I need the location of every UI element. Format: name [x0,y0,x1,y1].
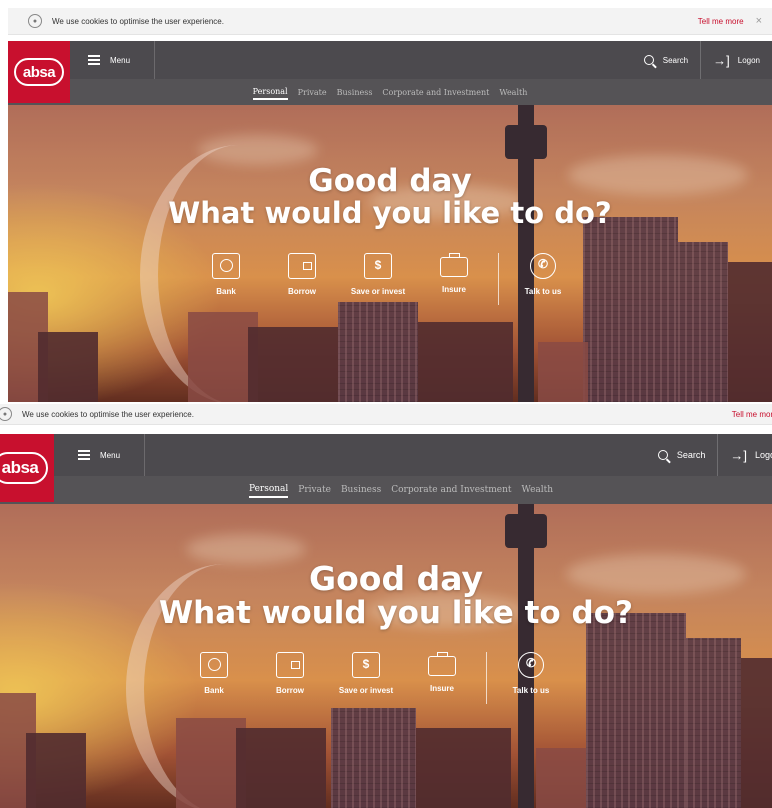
logon-icon: →] [713,52,730,68]
search-button[interactable]: Search [632,41,700,79]
hero-question: What would you like to do? [168,195,612,230]
logon-icon: →] [730,447,747,463]
insure-action[interactable]: Insure [404,652,480,693]
wallet-icon [288,253,316,279]
borrow-label: Borrow [288,287,316,296]
borrow-label: Borrow [276,686,304,695]
logon-label: Logon [754,450,772,460]
cookie-message: We use cookies to optimise the user expe… [52,16,224,26]
hero-banner: Good day What would you like to do? Bank… [8,105,772,402]
tell-me-more-link[interactable]: Tell me more [698,17,744,26]
tab-corporate-investment[interactable]: Corporate and Investment [391,483,511,497]
piggy-jar-icon [364,253,392,279]
search-icon [643,55,654,65]
absa-logo[interactable]: absa [0,434,54,502]
menu-button[interactable]: Menu [88,41,155,79]
borrow-action[interactable]: Borrow [252,652,328,695]
bank-action[interactable]: Bank [176,652,252,695]
quick-actions: Bank Borrow Save or invest Insure T [188,253,581,305]
borrow-action[interactable]: Borrow [264,253,340,296]
safe-icon [212,253,240,279]
logon-label: Logon [737,55,760,65]
hero-question: What would you like to do? [158,594,633,631]
greeting: Good day [309,559,483,598]
cookie-icon: ● [0,407,12,421]
insure-label: Insure [441,285,466,294]
cookie-icon: ● [28,14,42,28]
talk-label: Talk to us [512,686,550,695]
bank-action[interactable]: Bank [188,253,264,296]
hamburger-icon [78,448,90,463]
hamburger-icon [88,53,100,68]
logon-button[interactable]: →] Logon [700,41,772,79]
tab-private[interactable]: Private [298,483,331,497]
screenshot-bottom: ● We use cookies to optimise the user ex… [0,404,772,808]
save-invest-label: Save or invest [338,686,394,695]
search-icon [657,450,668,460]
menu-label: Menu [110,55,131,65]
insure-label: Insure [429,684,454,693]
quick-actions: Bank Borrow Save or invest Insure T [176,652,569,704]
search-label: Search [662,55,689,65]
close-icon[interactable]: × [756,15,762,27]
actions-divider [486,652,487,704]
tab-business[interactable]: Business [337,86,373,99]
tab-business[interactable]: Business [341,483,381,497]
safe-icon [200,652,228,678]
talk-to-us-action[interactable]: Talk to us [493,652,569,695]
piggy-jar-icon [352,652,380,678]
segment-tabs: Personal Private Business Corporate and … [8,79,772,105]
save-invest-action[interactable]: Save or invest [328,652,404,695]
search-label: Search [676,450,706,460]
tab-personal[interactable]: Personal [252,85,288,100]
save-invest-action[interactable]: Save or invest [340,253,416,296]
cookie-message: We use cookies to optimise the user expe… [22,409,194,419]
tab-corporate-investment[interactable]: Corporate and Investment [382,86,489,99]
talk-label: Talk to us [524,287,562,296]
logo-text: absa [22,63,56,81]
tab-wealth[interactable]: Wealth [522,483,554,497]
segment-tabs: Personal Private Business Corporate and … [0,476,772,504]
wallet-icon [276,652,304,678]
tab-private[interactable]: Private [298,86,327,99]
absa-logo[interactable]: absa [8,41,70,103]
talk-to-us-action[interactable]: Talk to us [505,253,581,296]
briefcase-icon [440,253,468,277]
bank-label: Bank [204,686,224,695]
hero-headline: Good day What would you like to do? [8,165,772,228]
main-nav: absa Menu Search →] Logon [8,41,772,103]
menu-label: Menu [100,450,121,460]
chat-phone-icon [530,253,556,279]
page-frame-bottom: ● We use cookies to optimise the user ex… [0,404,772,808]
page-frame-top: ● We use cookies to optimise the user ex… [8,8,772,402]
cookie-banner: ● We use cookies to optimise the user ex… [0,404,772,425]
bank-label: Bank [216,287,236,296]
main-nav: absa Menu Search →] Logon [0,434,772,502]
greeting: Good day [308,163,472,199]
tell-me-more-link[interactable]: Tell me more [732,410,772,419]
logo-text: absa [1,458,39,477]
chat-phone-icon [518,652,544,678]
insure-action[interactable]: Insure [416,253,492,294]
hero-banner: Good day What would you like to do? Bank… [0,504,772,808]
search-button[interactable]: Search [646,434,718,476]
cookie-banner: ● We use cookies to optimise the user ex… [8,8,772,35]
actions-divider [498,253,499,305]
tab-personal[interactable]: Personal [248,482,289,498]
save-invest-label: Save or invest [350,287,406,296]
logon-button[interactable]: →] Logon [717,434,772,476]
briefcase-icon [428,652,456,676]
hero-headline: Good day What would you like to do? [0,559,772,631]
tab-wealth[interactable]: Wealth [499,86,527,99]
menu-button[interactable]: Menu [78,434,145,476]
screenshot-top: ● We use cookies to optimise the user ex… [8,8,772,402]
